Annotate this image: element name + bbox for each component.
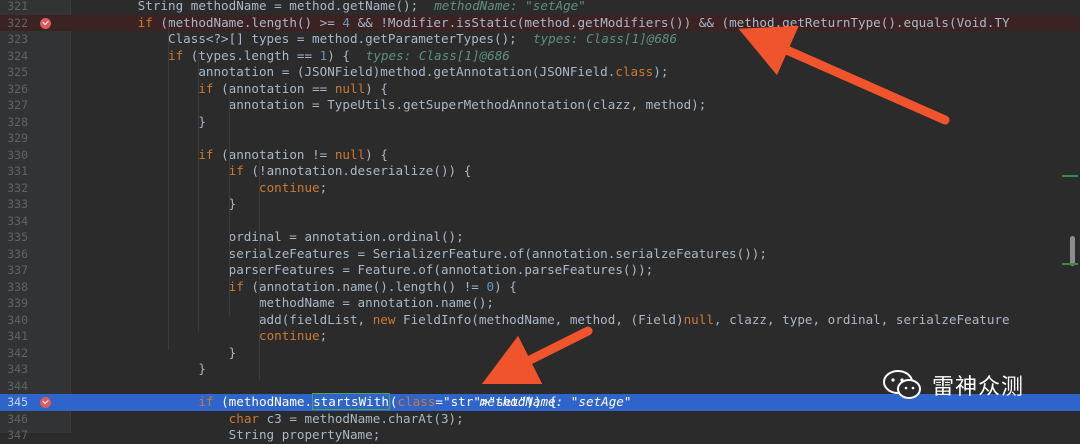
watermark: 雷神众测 — [882, 362, 1072, 408]
arrow-to-types-hint — [738, 25, 950, 125]
watermark-text: 雷神众测 — [932, 375, 1025, 400]
arrow-to-startswith — [481, 326, 593, 385]
wechat-icon — [883, 370, 921, 399]
